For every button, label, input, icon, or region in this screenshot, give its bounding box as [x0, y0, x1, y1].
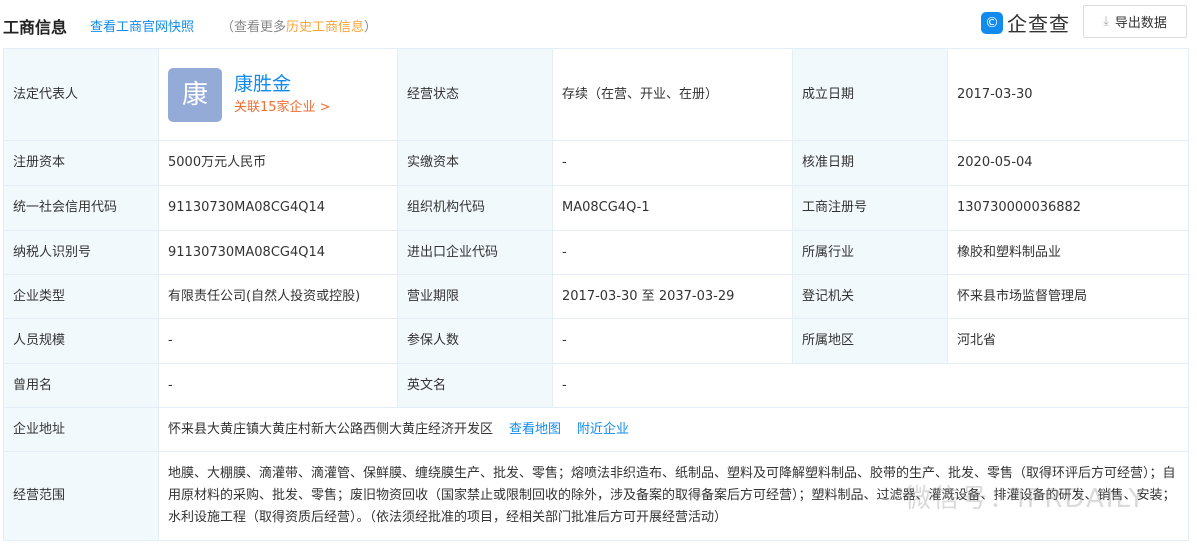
cell-label: 参保人数: [397, 318, 553, 364]
table-row: 企业地址 怀来县大黄庄镇大黄庄村新大公路西侧大黄庄经济开发区 查看地图 附近企业: [3, 407, 1189, 452]
cell-value: 91130730MA08CG4Q14: [158, 230, 398, 275]
table-row: 经营范围 地膜、大棚膜、滴灌带、滴灌管、保鲜膜、缠绕膜生产、批发、零售；熔喷法非…: [3, 451, 1189, 541]
cell-label: 登记机关: [792, 274, 948, 319]
legal-rep-name[interactable]: 康胜金: [234, 71, 331, 97]
cell-value: -: [552, 318, 793, 364]
table-row: 企业类型 有限责任公司(自然人投资或控股) 营业期限 2017-03-30 至 20…: [3, 274, 1189, 319]
cell-value: 5000万元人民币: [158, 140, 398, 186]
cell-value: 2017-03-30: [947, 48, 1189, 141]
cell-label: 曾用名: [3, 363, 159, 408]
business-info-table: 法定代表人 康 康胜金 关联15家企业 > 经营状态 存续（在营、开业、在册） 成…: [3, 48, 1189, 541]
cell-value: 130730000036882: [947, 185, 1189, 231]
download-icon: ⤓: [1103, 14, 1109, 29]
cell-label: 成立日期: [792, 48, 948, 141]
section-header: 工商信息 查看工商官网快照 （查看更多历史工商信息） © 企查查 ⤓ 导出数据: [0, 0, 1197, 48]
cell-label: 营业期限: [397, 274, 553, 319]
cell-value: 2017-03-30 至 2037-03-29: [552, 274, 793, 319]
section-title: 工商信息: [3, 18, 68, 37]
logo-text: 企查查: [1007, 12, 1070, 36]
cell-label: 法定代表人: [3, 48, 159, 141]
cell-label: 统一社会信用代码: [3, 185, 159, 231]
cell-value: 2020-05-04: [947, 140, 1189, 186]
cell-label: 企业地址: [3, 407, 159, 452]
address-value: 怀来县大黄庄镇大黄庄村新大公路西侧大黄庄经济开发区: [168, 421, 494, 437]
table-row: 注册资本 5000万元人民币 实缴资本 - 核准日期 2020-05-04: [3, 140, 1189, 186]
cell-value: -: [552, 230, 793, 275]
qichacha-logo-icon: ©: [981, 11, 1003, 34]
cell-value: 存续（在营、开业、在册）: [552, 48, 793, 141]
avatar: 康: [168, 67, 222, 122]
cell-label: 经营范围: [3, 451, 159, 541]
cell-label: 人员规模: [3, 318, 159, 364]
cell-value: 橡胶和塑料制品业: [947, 230, 1189, 275]
history-link[interactable]: 历史工商信息: [286, 20, 364, 35]
export-data-button[interactable]: ⤓ 导出数据: [1083, 5, 1187, 38]
cell-value: 有限责任公司(自然人投资或控股): [158, 274, 398, 319]
cell-label: 实缴资本: [397, 140, 553, 186]
table-row: 纳税人识别号 91130730MA08CG4Q14 进出口企业代码 - 所属行业 橡胶…: [3, 230, 1189, 275]
cell-value: MA08CG4Q-1: [552, 185, 793, 231]
cell-label: 企业类型: [3, 274, 159, 319]
cell-value: -: [552, 363, 1189, 408]
cell-label: 所属地区: [792, 318, 948, 364]
cell-value: -: [158, 318, 398, 364]
cell-label: 进出口企业代码: [397, 230, 553, 275]
cell-label: 所属行业: [792, 230, 948, 275]
cell-label: 纳税人识别号: [3, 230, 159, 275]
table-row: 法定代表人 康 康胜金 关联15家企业 > 经营状态 存续（在营、开业、在册） 成…: [3, 48, 1189, 141]
business-scope-value: 地膜、大棚膜、滴灌带、滴灌管、保鲜膜、缠绕膜生产、批发、零售；熔喷法非织造布、纸…: [158, 451, 1189, 541]
cell-label: 英文名: [397, 363, 553, 408]
cell-label: 注册资本: [3, 140, 159, 186]
address-cell: 怀来县大黄庄镇大黄庄村新大公路西侧大黄庄经济开发区 查看地图 附近企业: [158, 407, 1189, 452]
official-snapshot-link[interactable]: 查看工商官网快照: [90, 16, 194, 35]
table-row: 统一社会信用代码 91130730MA08CG4Q14 组织机构代码 MA08CG4…: [3, 185, 1189, 231]
export-label: 导出数据: [1114, 16, 1167, 31]
history-prefix: （查看更多: [221, 20, 287, 35]
qichacha-logo: © 企查查: [981, 8, 1070, 37]
cell-value: -: [158, 363, 398, 408]
cell-value: 怀来县市场监督管理局: [947, 274, 1189, 319]
history-hint: （查看更多历史工商信息）: [221, 16, 377, 35]
cell-label: 经营状态: [397, 48, 553, 141]
cell-label: 组织机构代码: [397, 185, 553, 231]
table-row: 曾用名 - 英文名 -: [3, 363, 1189, 408]
cell-label: 工商注册号: [792, 185, 948, 231]
related-companies-link[interactable]: 关联15家企业 >: [234, 97, 331, 119]
cell-value: 河北省: [947, 318, 1189, 364]
legal-rep-cell: 康 康胜金 关联15家企业 >: [158, 48, 398, 141]
view-map-link[interactable]: 查看地图: [509, 422, 561, 437]
nearby-companies-link[interactable]: 附近企业: [577, 422, 629, 437]
table-row: 人员规模 - 参保人数 - 所属地区 河北省: [3, 318, 1189, 364]
cell-label: 核准日期: [792, 140, 948, 186]
cell-value: -: [552, 140, 793, 186]
cell-value: 91130730MA08CG4Q14: [158, 185, 398, 231]
history-suffix: ）: [364, 20, 378, 35]
